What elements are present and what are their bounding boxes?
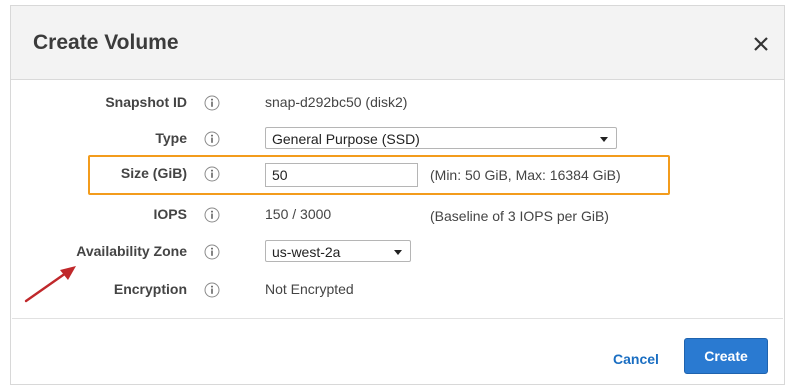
chevron-down-icon bbox=[600, 137, 608, 142]
info-icon[interactable] bbox=[204, 95, 220, 111]
type-selected-value: General Purpose (SSD) bbox=[272, 131, 420, 147]
info-icon[interactable] bbox=[204, 166, 220, 182]
info-icon[interactable] bbox=[204, 244, 220, 260]
close-button[interactable] bbox=[748, 31, 774, 57]
cancel-button[interactable]: Cancel bbox=[613, 351, 659, 367]
info-icon[interactable] bbox=[204, 282, 220, 298]
iops-hint: (Baseline of 3 IOPS per GiB) bbox=[430, 208, 609, 224]
iops-value: 150 / 3000 bbox=[265, 206, 332, 222]
size-label: Size (GiB) bbox=[120, 165, 187, 181]
dialog-header: Create Volume bbox=[11, 6, 784, 80]
type-label: Type bbox=[155, 130, 187, 146]
encryption-value: Not Encrypted bbox=[265, 281, 354, 297]
encryption-label: Encryption bbox=[113, 281, 187, 297]
chevron-down-icon bbox=[394, 250, 402, 255]
size-input[interactable] bbox=[265, 163, 418, 187]
availability-zone-selected-value: us-west-2a bbox=[272, 244, 341, 260]
type-select[interactable]: General Purpose (SSD) bbox=[265, 127, 617, 149]
availability-zone-select[interactable]: us-west-2a bbox=[265, 240, 411, 262]
info-icon[interactable] bbox=[204, 131, 220, 147]
snapshot-id-label: Snapshot ID bbox=[105, 94, 187, 110]
dialog-title: Create Volume bbox=[33, 31, 179, 54]
create-volume-dialog: Create Volume bbox=[10, 5, 785, 385]
footer-divider bbox=[12, 318, 783, 319]
snapshot-id-value: snap-d292bc50 (disk2) bbox=[265, 94, 408, 110]
availability-zone-label: Availability Zone bbox=[76, 243, 187, 259]
create-button[interactable]: Create bbox=[684, 338, 768, 374]
info-icon[interactable] bbox=[204, 207, 220, 223]
iops-label: IOPS bbox=[153, 206, 187, 222]
size-hint: (Min: 50 GiB, Max: 16384 GiB) bbox=[430, 167, 621, 183]
red-arrow-annotation bbox=[24, 266, 76, 303]
close-icon bbox=[754, 37, 768, 51]
